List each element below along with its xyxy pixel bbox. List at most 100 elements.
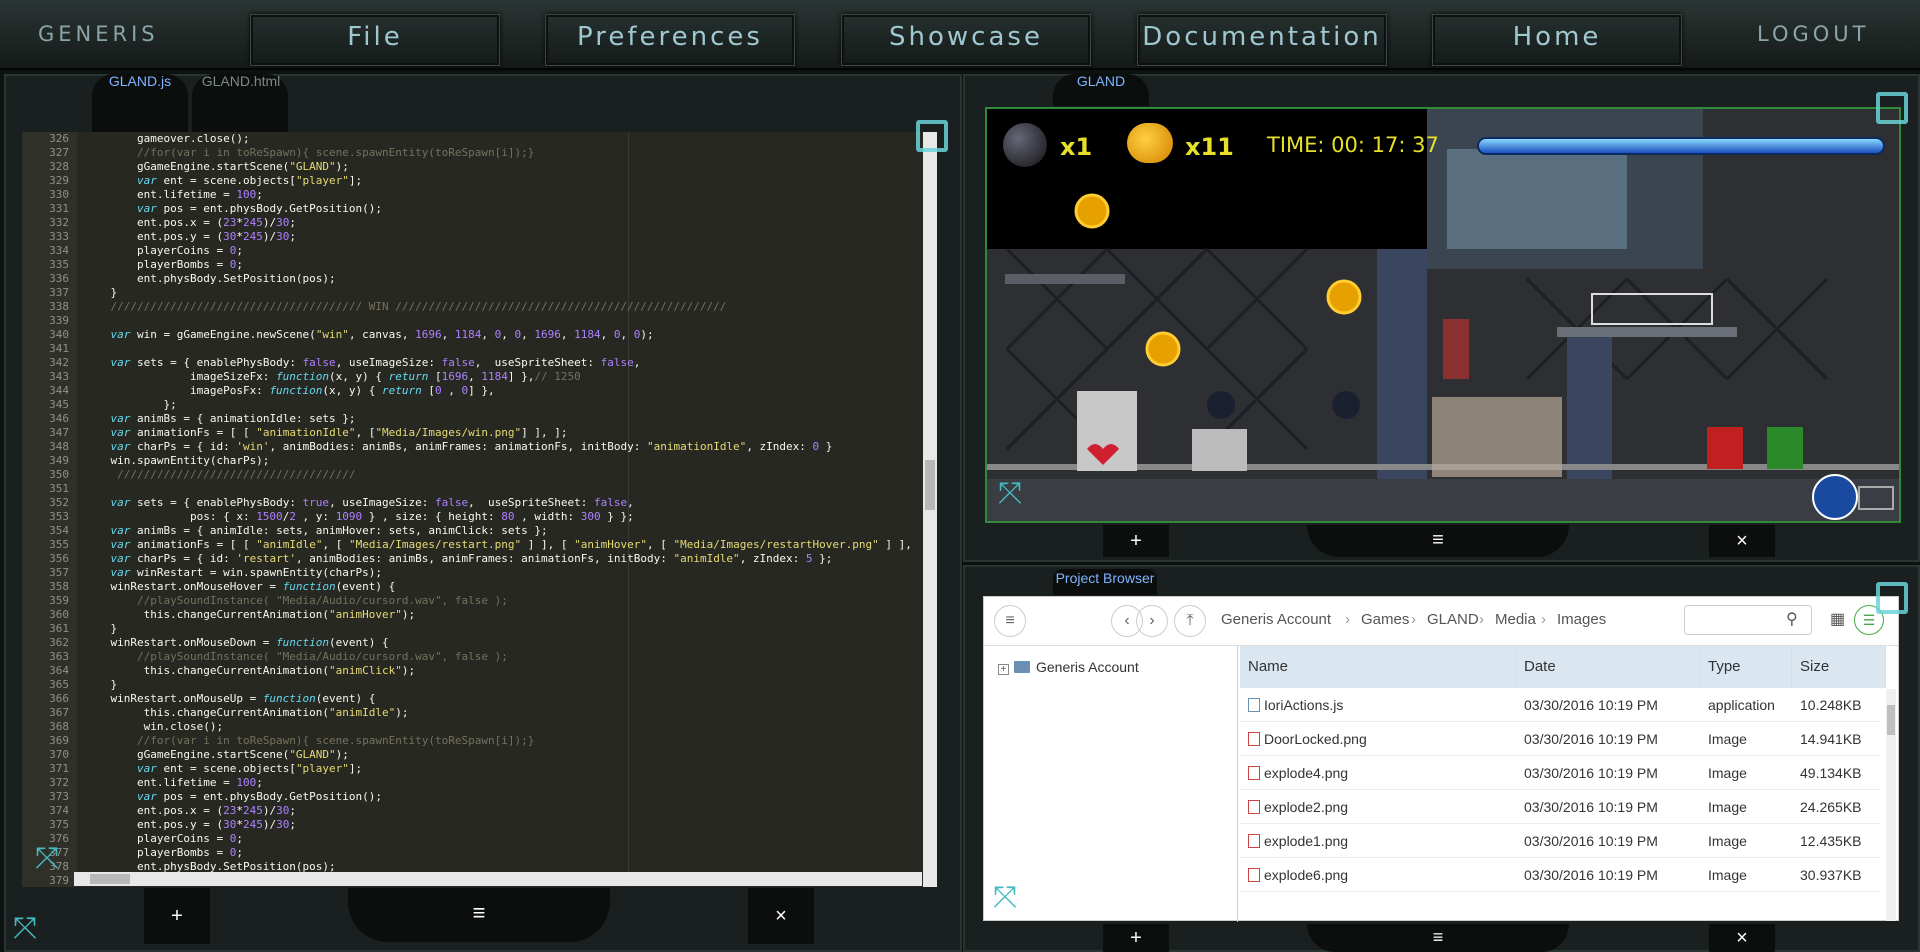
tree-expand-icon[interactable]: +	[998, 664, 1009, 675]
tree-root-label[interactable]: Generis Account	[1036, 659, 1139, 675]
game-menu-button[interactable]: ≡	[1307, 525, 1569, 557]
column-header-date[interactable]: Date	[1516, 646, 1700, 688]
code-line[interactable]: var charPs = { id: 'win', animBodies: an…	[84, 440, 917, 454]
code-editor[interactable]: 326 327 328 329 330 331 332 333 334 335 336 337 338 3…	[22, 132, 937, 887]
browser-add-button[interactable]: +	[1103, 924, 1169, 952]
column-header-name[interactable]: Name	[1240, 646, 1516, 688]
code-line[interactable]: this.changeCurrentAnimation("animIdle");	[84, 706, 917, 720]
forward-icon[interactable]: ›	[1136, 605, 1168, 637]
code-line[interactable]: var animBs = { animationIdle: sets };	[84, 412, 917, 426]
table-row[interactable]: explode2.png 03/30/2016 10:19 PM Image 24.2…	[1240, 790, 1880, 824]
code-line[interactable]: playerBombs = 0;	[84, 846, 917, 860]
code-line[interactable]: //playSoundInstance( "Media/Audio/cursor…	[84, 650, 917, 664]
code-line[interactable]: var win = gGameEngine.newScene("win", ca…	[84, 328, 917, 342]
fullscreen-icon[interactable]	[1876, 582, 1908, 614]
nav-home-button[interactable]: Home	[1432, 14, 1682, 66]
browser-scrollbar[interactable]	[1886, 689, 1896, 921]
code-line[interactable]: win.spawnEntity(charPs);	[84, 454, 917, 468]
up-folder-icon[interactable]: ⤒	[1174, 605, 1206, 637]
nav-preferences-button[interactable]: Preferences	[545, 14, 795, 66]
grid-view-icon[interactable]: ▦	[1830, 609, 1845, 629]
nav-file-button[interactable]: File	[250, 14, 500, 66]
code-line[interactable]: //playSoundInstance( "Media/Audio/cursor…	[84, 594, 917, 608]
breadcrumb-item[interactable]: Generis Account	[1221, 611, 1331, 628]
scroll-thumb[interactable]	[1887, 705, 1895, 735]
expand-icon[interactable]: ⤧	[988, 881, 1022, 915]
code-line[interactable]: winRestart.onMouseUp = function(event) {	[84, 692, 917, 706]
code-line[interactable]: }	[84, 622, 917, 636]
code-line[interactable]: var sets = { enablePhysBody: true, useIm…	[84, 496, 917, 510]
code-line[interactable]: var ent = scene.objects["player"];	[84, 174, 917, 188]
code-line[interactable]: gGameEngine.startScene("GLAND");	[84, 160, 917, 174]
code-line[interactable]: var animationFs = [ [ "animIdle", [ "Med…	[84, 538, 917, 552]
code-line[interactable]: var winRestart = win.spawnEntity(charPs)…	[84, 566, 917, 580]
code-line[interactable]: var sets = { enablePhysBody: false, useI…	[84, 356, 917, 370]
tab-gland-html[interactable]: GLAND.html	[196, 73, 286, 89]
game-canvas[interactable]: x1 x11 TIME: 00: 17: 37 ⤧	[985, 107, 1901, 523]
code-line[interactable]: ent.lifetime = 100;	[84, 776, 917, 790]
code-line[interactable]: var animBs = { animIdle: sets, animHover…	[84, 524, 917, 538]
browser-close-button[interactable]: ×	[1709, 924, 1775, 952]
editor-horizontal-scrollbar[interactable]	[74, 872, 922, 886]
breadcrumb-item[interactable]: Images	[1557, 611, 1606, 628]
code-line[interactable]	[84, 342, 917, 356]
fullscreen-icon[interactable]	[1876, 92, 1908, 124]
code-line[interactable]: this.changeCurrentAnimation("animClick")…	[84, 664, 917, 678]
code-line[interactable]: ent.pos.y = (30*245)/30;	[84, 818, 917, 832]
code-line[interactable]	[84, 482, 917, 496]
menu-icon[interactable]: ≡	[994, 605, 1026, 637]
code-line[interactable]: pos: { x: 1500/2 , y: 1090 } , size: { h…	[84, 510, 917, 524]
editor-close-button[interactable]: ×	[748, 888, 814, 944]
code-line[interactable]: var pos = ent.physBody.GetPosition();	[84, 202, 917, 216]
code-line[interactable]: gameover.close();	[84, 132, 917, 146]
code-line[interactable]: winRestart.onMouseHover = function(event…	[84, 580, 917, 594]
code-line[interactable]: var pos = ent.physBody.GetPosition();	[84, 790, 917, 804]
fullscreen-icon[interactable]	[916, 120, 948, 152]
code-line[interactable]: ent.pos.x = (23*245)/30;	[84, 216, 917, 230]
editor-vertical-scrollbar[interactable]	[923, 132, 937, 887]
tab-gland-js[interactable]: GLAND.js	[100, 73, 180, 89]
game-add-button[interactable]: +	[1103, 525, 1169, 557]
tab-project-browser[interactable]: Project Browser	[1053, 569, 1157, 595]
expand-icon[interactable]: ⤧	[993, 477, 1027, 511]
code-line[interactable]: ent.lifetime = 100;	[84, 188, 917, 202]
code-line[interactable]: var animationFs = [ [ "animationIdle", […	[84, 426, 917, 440]
code-line[interactable]: imagePosFx: function(x, y) { return [0 ,…	[84, 384, 917, 398]
table-row[interactable]: DoorLocked.png 03/30/2016 10:19 PM Image 14…	[1240, 722, 1880, 756]
code-line[interactable]: //for(var i in toReSpawn){ scene.spawnEn…	[84, 734, 917, 748]
code-line[interactable]: this.changeCurrentAnimation("animHover")…	[84, 608, 917, 622]
logout-button[interactable]: LOGOUT	[1757, 22, 1869, 46]
tab-gland-game[interactable]: GLAND	[1055, 73, 1147, 89]
table-row[interactable]: IoriActions.js 03/30/2016 10:19 PM applica…	[1240, 688, 1880, 722]
code-line[interactable]: playerBombs = 0;	[84, 258, 917, 272]
code-line[interactable]: gGameEngine.startScene("GLAND");	[84, 748, 917, 762]
column-header-size[interactable]: Size	[1792, 646, 1886, 688]
expand-icon[interactable]: ⤧	[30, 842, 64, 876]
code-text[interactable]: gameover.close(); //for(var i in toReSpa…	[84, 132, 917, 887]
scroll-thumb[interactable]	[90, 874, 130, 884]
code-line[interactable]: }	[84, 286, 917, 300]
editor-menu-button[interactable]: ≡	[348, 888, 610, 942]
browser-menu-button[interactable]: ≡	[1307, 924, 1569, 952]
search-icon[interactable]: ⚲	[1786, 609, 1798, 629]
nav-showcase-button[interactable]: Showcase	[841, 14, 1091, 66]
game-close-button[interactable]: ×	[1709, 525, 1775, 557]
code-line[interactable]: ////////////////////////////////////	[84, 468, 917, 482]
expand-icon[interactable]: ⤧	[8, 912, 42, 946]
code-line[interactable]: winRestart.onMouseDown = function(event)…	[84, 636, 917, 650]
breadcrumb-item[interactable]: Games	[1361, 611, 1409, 628]
column-header-type[interactable]: Type	[1700, 646, 1792, 688]
code-line[interactable]: ////////////////////////////////////// W…	[84, 300, 917, 314]
code-line[interactable]: playerCoins = 0;	[84, 244, 917, 258]
code-line[interactable]: //for(var i in toReSpawn){ scene.spawnEn…	[84, 146, 917, 160]
code-line[interactable]: playerCoins = 0;	[84, 832, 917, 846]
code-line[interactable]	[84, 314, 917, 328]
code-line[interactable]: };	[84, 398, 917, 412]
nav-documentation-button[interactable]: Documentation	[1137, 14, 1387, 66]
code-line[interactable]: win.close();	[84, 720, 917, 734]
breadcrumb-item[interactable]: GLAND	[1427, 611, 1479, 628]
code-line[interactable]: imageSizeFx: function(x, y) { return [16…	[84, 370, 917, 384]
editor-add-button[interactable]: +	[144, 888, 210, 944]
code-line[interactable]: ent.physBody.SetPosition(pos);	[84, 272, 917, 286]
code-line[interactable]: }	[84, 678, 917, 692]
